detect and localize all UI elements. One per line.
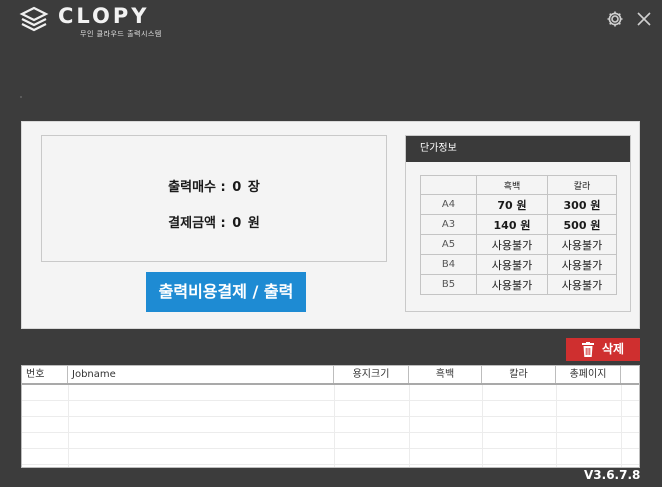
col-jobname[interactable]: Jobname [68,366,334,383]
title-bar: CLOPY 무인 클라우드 출력시스템 [0,0,662,40]
grid-line [22,400,639,401]
close-icon [637,12,651,26]
price-table: 흑백 칼라 A4 70 원 300 원 A3 140 원 500 원 A5 사용… [420,175,617,295]
clopy-logo-icon [19,6,49,32]
grid-line [22,432,639,433]
price-col-color: 칼라 [547,175,617,195]
settings-button[interactable] [606,10,624,28]
grid-line [22,464,639,465]
print-panel: 출력매수 : 0 장 결제금액 : 0 원 출력비용결제 / 출력 단가정보 흑… [21,121,640,329]
print-summary: 출력매수 : 0 장 결제금액 : 0 원 [41,135,387,262]
amount-value: 0 [232,216,242,231]
bw-price: 70 원 [476,194,548,215]
print-count-unit: 장 [247,180,260,195]
price-row: A3 140 원 500 원 [420,214,617,235]
paper-size: A5 [420,234,477,255]
gear-icon [607,11,623,27]
price-table-header: 흑백 칼라 [420,175,617,195]
price-col-bw: 흑백 [476,175,548,195]
col-total-pages[interactable]: 총페이지 [556,366,621,383]
amount-unit: 원 [247,216,260,231]
grid-line [556,385,557,467]
col-number[interactable]: 번호 [22,366,68,383]
price-info-title: 단가정보 [406,136,630,162]
grid-line [22,416,639,417]
grid-line [621,385,622,467]
col-color[interactable]: 칼라 [482,366,556,383]
grid-line [409,385,410,467]
color-price: 사용불가 [547,274,617,295]
print-count-line: 출력매수 : 0 장 [42,176,386,195]
grid-line [22,448,639,449]
delete-button[interactable]: 삭제 [566,338,640,361]
paper-size: A4 [420,194,477,215]
bw-price: 사용불가 [476,254,548,275]
price-row: B5 사용불가 사용불가 [420,274,617,295]
divider-mark [20,96,22,98]
pay-and-print-button[interactable]: 출력비용결제 / 출력 [146,272,306,312]
paper-size: B4 [420,254,477,275]
print-count-label: 출력매수 : [168,180,226,195]
price-col-size [420,175,477,195]
price-row: A4 70 원 300 원 [420,194,617,215]
close-button[interactable] [635,10,653,28]
price-info-panel: 단가정보 흑백 칼라 A4 70 원 300 원 A3 140 원 500 원 … [405,135,631,312]
grid-line [334,385,335,467]
trash-icon [582,342,594,357]
amount-label: 결제금액 : [168,216,226,231]
price-row: B4 사용불가 사용불가 [420,254,617,275]
bw-price: 사용불가 [476,234,548,255]
brand-name: CLOPY [58,4,150,28]
jobs-table-header: 번호 Jobname 용지크기 흑백 칼라 총페이지 [22,366,639,385]
paper-size: B5 [420,274,477,295]
paper-size: A3 [420,214,477,235]
delete-button-label: 삭제 [602,342,625,356]
print-jobs-table[interactable]: 번호 Jobname 용지크기 흑백 칼라 총페이지 [21,365,640,468]
bw-price: 사용불가 [476,274,548,295]
bw-price: 140 원 [476,214,548,235]
col-paper-size[interactable]: 용지크기 [334,366,409,383]
amount-line: 결제금액 : 0 원 [42,212,386,231]
price-row: A5 사용불가 사용불가 [420,234,617,255]
color-price: 사용불가 [547,254,617,275]
color-price: 사용불가 [547,234,617,255]
print-count-value: 0 [232,180,242,195]
grid-line [68,385,69,467]
color-price: 300 원 [547,194,617,215]
grid-line [482,385,483,467]
col-bw[interactable]: 흑백 [409,366,482,383]
app-version: V3.6.7.8 [584,468,641,482]
color-price: 500 원 [547,214,617,235]
brand-tagline: 무인 클라우드 출력시스템 [80,30,162,38]
